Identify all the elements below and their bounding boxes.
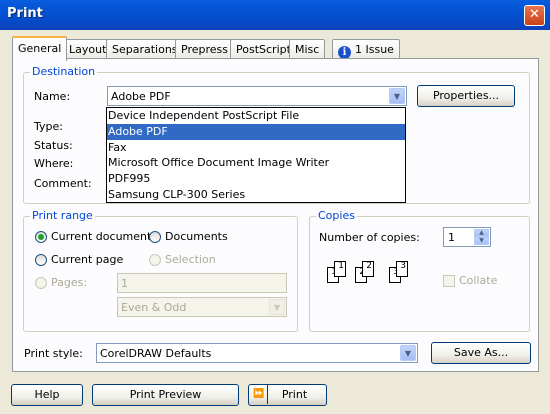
print-style-label: Print style: <box>24 347 83 360</box>
pages-label: Pages: <box>51 276 88 289</box>
selection-radio[interactable] <box>149 254 161 266</box>
window-title: Print <box>7 6 43 21</box>
pages-value: 1 <box>121 277 128 290</box>
tab-prepress[interactable]: Prepress <box>175 39 234 59</box>
print-button-label: Print <box>281 388 308 401</box>
documents-radio[interactable] <box>149 231 161 243</box>
tab-issues-label: 1 Issue <box>355 43 394 56</box>
type-label: Type: <box>34 120 63 133</box>
printer-option[interactable]: PDF995 <box>107 171 405 187</box>
general-tab-panel: Destination Name: Adobe PDF ▼ Properties… <box>12 58 539 372</box>
even-odd-value: Even & Odd <box>121 301 187 314</box>
page-stack-2-front: 2 <box>362 261 374 277</box>
title-bar[interactable]: Print ✕ <box>0 0 550 30</box>
copies-value: 1 <box>448 231 455 244</box>
chevron-down-icon[interactable]: ▼ <box>389 88 405 104</box>
printer-option[interactable]: Microsoft Office Document Image Writer <box>107 155 405 171</box>
tab-general[interactable]: General <box>12 36 68 61</box>
tab-postscript[interactable]: PostScript <box>230 39 297 59</box>
print-preview-button[interactable]: Print Preview <box>92 384 239 406</box>
status-label: Status: <box>34 139 73 152</box>
number-of-copies-label: Number of copies: <box>319 231 420 244</box>
comment-label: Comment: <box>34 177 92 190</box>
spin-down-icon[interactable]: ▼ <box>474 237 489 245</box>
chevron-down-icon[interactable]: ▼ <box>400 345 416 361</box>
copies-spinner[interactable]: 1 ▲ ▼ <box>443 227 491 247</box>
close-icon[interactable]: ✕ <box>524 5 545 26</box>
printer-dropdown-list[interactable]: Device Independent PostScript File Adobe… <box>106 107 406 203</box>
spin-up-icon[interactable]: ▲ <box>474 229 489 237</box>
tab-misc[interactable]: Misc <box>289 39 326 59</box>
where-label: Where: <box>34 157 74 170</box>
copies-group-label: Copies <box>316 209 357 222</box>
properties-button[interactable]: Properties... <box>417 85 515 107</box>
even-odd-select[interactable]: Even & Odd ▼ <box>117 297 287 317</box>
printer-name-value: Adobe PDF <box>111 90 171 103</box>
help-button[interactable]: Help <box>11 384 83 406</box>
fast-forward-icon: ⏩ <box>251 385 268 404</box>
collate-label: Collate <box>459 274 498 287</box>
name-label: Name: <box>34 90 71 103</box>
printer-option-selected[interactable]: Adobe PDF <box>107 123 405 140</box>
destination-group-label: Destination <box>30 65 98 78</box>
print-style-select[interactable]: CorelDRAW Defaults ▼ <box>96 343 418 363</box>
current-document-radio[interactable] <box>35 231 47 243</box>
tab-layout[interactable]: Layout <box>63 39 113 59</box>
documents-label[interactable]: Documents <box>165 230 228 243</box>
print-style-value: CorelDRAW Defaults <box>100 347 212 360</box>
current-page-radio[interactable] <box>35 254 47 266</box>
printer-option[interactable]: Device Independent PostScript File <box>107 108 405 124</box>
page-stack-1-front: 1 <box>334 261 346 277</box>
printer-option[interactable]: Samsung CLP-300 Series <box>107 187 405 203</box>
printer-option[interactable]: Fax <box>107 140 405 156</box>
current-document-label[interactable]: Current document <box>51 230 151 243</box>
page-stack-3-front: 3 <box>396 261 408 277</box>
print-button[interactable]: ⏩ Print <box>248 384 327 406</box>
pages-radio[interactable] <box>35 277 47 289</box>
print-range-group-label: Print range <box>30 209 95 222</box>
tab-issues[interactable]: i1 Issue <box>332 39 400 59</box>
collate-checkbox[interactable] <box>443 275 455 287</box>
selection-label: Selection <box>165 253 216 266</box>
save-as-button[interactable]: Save As... <box>431 342 531 364</box>
chevron-down-icon[interactable]: ▼ <box>269 299 285 315</box>
printer-name-select[interactable]: Adobe PDF ▼ <box>107 86 407 106</box>
current-page-label[interactable]: Current page <box>51 253 123 266</box>
pages-input[interactable]: 1 <box>117 273 287 293</box>
print-dialog: Print ✕ General Layout Separations Prepr… <box>0 0 550 414</box>
tab-separations[interactable]: Separations <box>106 39 184 59</box>
